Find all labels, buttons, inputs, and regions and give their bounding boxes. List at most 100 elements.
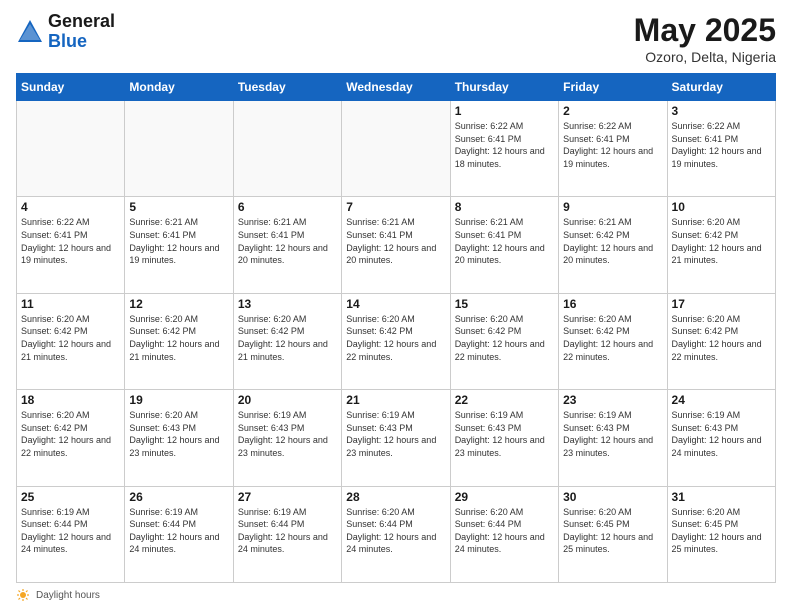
logo-general: General: [48, 11, 115, 31]
day-number: 8: [455, 200, 554, 214]
calendar-cell-20: 20 Sunrise: 6:19 AM Sunset: 6:43 PM Dayli…: [233, 390, 341, 486]
day-info: Sunrise: 6:20 AM Sunset: 6:42 PM Dayligh…: [21, 409, 120, 459]
month-title: May 2025: [634, 12, 776, 49]
day-number: 18: [21, 393, 120, 407]
location: Ozoro, Delta, Nigeria: [634, 49, 776, 65]
day-number: 7: [346, 200, 445, 214]
calendar-cell-empty: [233, 101, 341, 197]
week-row-2: 4 Sunrise: 6:22 AM Sunset: 6:41 PM Daylig…: [17, 197, 776, 293]
calendar-cell-26: 26Sunrise: 6:19 AM Sunset: 6:44 PM Dayli…: [125, 486, 233, 582]
calendar-cell-24: 24Sunrise: 6:19 AM Sunset: 6:43 PM Dayli…: [667, 390, 775, 486]
day-number: 1: [455, 104, 554, 118]
day-info: Sunrise: 6:20 AM Sunset: 6:42 PM Dayligh…: [455, 313, 554, 363]
weekday-header-saturday: Saturday: [667, 74, 775, 101]
day-number: 11: [21, 297, 120, 311]
day-number: 19: [129, 393, 228, 407]
logo: General Blue: [16, 12, 115, 52]
calendar-cell-29: 29 Sunrise: 6:20 AM Sunset: 6:44 PM Dayli…: [450, 486, 558, 582]
calendar-cell-5: 5 Sunrise: 6:21 AM Sunset: 6:41 PM Daylig…: [125, 197, 233, 293]
calendar-cell-10: 10Sunrise: 6:20 AM Sunset: 6:42 PM Dayli…: [667, 197, 775, 293]
day-info: Sunrise: 6:20 AM Sunset: 6:42 PM Dayligh…: [21, 313, 120, 363]
day-info: Sunrise: 6:20 AM Sunset: 6:44 PM Dayligh…: [455, 506, 554, 556]
weekday-header-thursday: Thursday: [450, 74, 558, 101]
calendar-cell-7: 7 Sunrise: 6:21 AM Sunset: 6:41 PM Daylig…: [342, 197, 450, 293]
logo-icon: [16, 18, 44, 46]
day-number: 24: [672, 393, 771, 407]
weekday-header-monday: Monday: [125, 74, 233, 101]
day-info: Sunrise: 6:20 AM Sunset: 6:43 PM Dayligh…: [129, 409, 228, 459]
logo-blue: Blue: [48, 31, 87, 51]
day-number: 16: [563, 297, 662, 311]
week-row-3: 11 Sunrise: 6:20 AM Sunset: 6:42 PM Dayli…: [17, 293, 776, 389]
weekday-header-sunday: Sunday: [17, 74, 125, 101]
weekday-header-friday: Friday: [559, 74, 667, 101]
calendar-cell-28: 28 Sunrise: 6:20 AM Sunset: 6:44 PM Dayli…: [342, 486, 450, 582]
day-info: Sunrise: 6:21 AM Sunset: 6:41 PM Dayligh…: [346, 216, 445, 266]
weekday-header-wednesday: Wednesday: [342, 74, 450, 101]
day-number: 5: [129, 200, 228, 214]
day-number: 13: [238, 297, 337, 311]
calendar-cell-empty: [342, 101, 450, 197]
day-info: Sunrise: 6:22 AM Sunset: 6:41 PM Dayligh…: [672, 120, 771, 170]
day-info: Sunrise: 6:19 AM Sunset: 6:44 PM Dayligh…: [129, 506, 228, 556]
day-info: Sunrise: 6:19 AM Sunset: 6:43 PM Dayligh…: [455, 409, 554, 459]
calendar-cell-6: 6Sunrise: 6:21 AM Sunset: 6:41 PM Daylig…: [233, 197, 341, 293]
day-info: Sunrise: 6:19 AM Sunset: 6:43 PM Dayligh…: [346, 409, 445, 459]
week-row-1: 1 Sunrise: 6:22 AM Sunset: 6:41 PM Daylig…: [17, 101, 776, 197]
day-number: 6: [238, 200, 337, 214]
calendar-cell-22: 22Sunrise: 6:19 AM Sunset: 6:43 PM Dayli…: [450, 390, 558, 486]
logo-text: General Blue: [48, 12, 115, 52]
day-info: Sunrise: 6:20 AM Sunset: 6:45 PM Dayligh…: [672, 506, 771, 556]
calendar-cell-23: 23Sunrise: 6:19 AM Sunset: 6:43 PM Dayli…: [559, 390, 667, 486]
calendar-cell-4: 4 Sunrise: 6:22 AM Sunset: 6:41 PM Daylig…: [17, 197, 125, 293]
day-info: Sunrise: 6:20 AM Sunset: 6:42 PM Dayligh…: [346, 313, 445, 363]
weekday-header-row: SundayMondayTuesdayWednesdayThursdayFrid…: [17, 74, 776, 101]
day-number: 29: [455, 490, 554, 504]
day-info: Sunrise: 6:20 AM Sunset: 6:42 PM Dayligh…: [238, 313, 337, 363]
calendar-cell-17: 17 Sunrise: 6:20 AM Sunset: 6:42 PM Dayli…: [667, 293, 775, 389]
day-info: Sunrise: 6:19 AM Sunset: 6:44 PM Dayligh…: [238, 506, 337, 556]
sun-icon: [16, 588, 30, 602]
day-number: 14: [346, 297, 445, 311]
calendar-cell-9: 9Sunrise: 6:21 AM Sunset: 6:42 PM Daylig…: [559, 197, 667, 293]
calendar-cell-16: 16Sunrise: 6:20 AM Sunset: 6:42 PM Dayli…: [559, 293, 667, 389]
weekday-header-tuesday: Tuesday: [233, 74, 341, 101]
day-number: 9: [563, 200, 662, 214]
calendar-cell-2: 2Sunrise: 6:22 AM Sunset: 6:41 PM Daylig…: [559, 101, 667, 197]
day-number: 28: [346, 490, 445, 504]
day-number: 27: [238, 490, 337, 504]
calendar-cell-25: 25 Sunrise: 6:19 AM Sunset: 6:44 PM Dayli…: [17, 486, 125, 582]
title-area: May 2025 Ozoro, Delta, Nigeria: [634, 12, 776, 65]
day-number: 31: [672, 490, 771, 504]
calendar-cell-27: 27 Sunrise: 6:19 AM Sunset: 6:44 PM Dayli…: [233, 486, 341, 582]
day-number: 4: [21, 200, 120, 214]
calendar-cell-empty: [125, 101, 233, 197]
day-info: Sunrise: 6:21 AM Sunset: 6:41 PM Dayligh…: [455, 216, 554, 266]
page: General Blue May 2025 Ozoro, Delta, Nige…: [0, 0, 792, 612]
day-info: Sunrise: 6:20 AM Sunset: 6:44 PM Dayligh…: [346, 506, 445, 556]
day-info: Sunrise: 6:20 AM Sunset: 6:42 PM Dayligh…: [672, 313, 771, 363]
day-number: 10: [672, 200, 771, 214]
day-info: Sunrise: 6:19 AM Sunset: 6:44 PM Dayligh…: [21, 506, 120, 556]
header: General Blue May 2025 Ozoro, Delta, Nige…: [16, 12, 776, 65]
day-info: Sunrise: 6:22 AM Sunset: 6:41 PM Dayligh…: [21, 216, 120, 266]
week-row-5: 25 Sunrise: 6:19 AM Sunset: 6:44 PM Dayli…: [17, 486, 776, 582]
day-info: Sunrise: 6:21 AM Sunset: 6:41 PM Dayligh…: [129, 216, 228, 266]
calendar-table: SundayMondayTuesdayWednesdayThursdayFrid…: [16, 73, 776, 583]
day-number: 21: [346, 393, 445, 407]
calendar-cell-15: 15Sunrise: 6:20 AM Sunset: 6:42 PM Dayli…: [450, 293, 558, 389]
day-number: 20: [238, 393, 337, 407]
day-info: Sunrise: 6:19 AM Sunset: 6:43 PM Dayligh…: [238, 409, 337, 459]
day-info: Sunrise: 6:20 AM Sunset: 6:45 PM Dayligh…: [563, 506, 662, 556]
day-number: 17: [672, 297, 771, 311]
day-number: 2: [563, 104, 662, 118]
calendar-cell-empty: [17, 101, 125, 197]
day-info: Sunrise: 6:19 AM Sunset: 6:43 PM Dayligh…: [563, 409, 662, 459]
calendar-cell-8: 8 Sunrise: 6:21 AM Sunset: 6:41 PM Daylig…: [450, 197, 558, 293]
calendar-cell-1: 1Sunrise: 6:22 AM Sunset: 6:41 PM Daylig…: [450, 101, 558, 197]
calendar-cell-3: 3 Sunrise: 6:22 AM Sunset: 6:41 PM Daylig…: [667, 101, 775, 197]
calendar-cell-11: 11 Sunrise: 6:20 AM Sunset: 6:42 PM Dayli…: [17, 293, 125, 389]
day-number: 3: [672, 104, 771, 118]
day-number: 25: [21, 490, 120, 504]
calendar-cell-19: 19 Sunrise: 6:20 AM Sunset: 6:43 PM Dayli…: [125, 390, 233, 486]
